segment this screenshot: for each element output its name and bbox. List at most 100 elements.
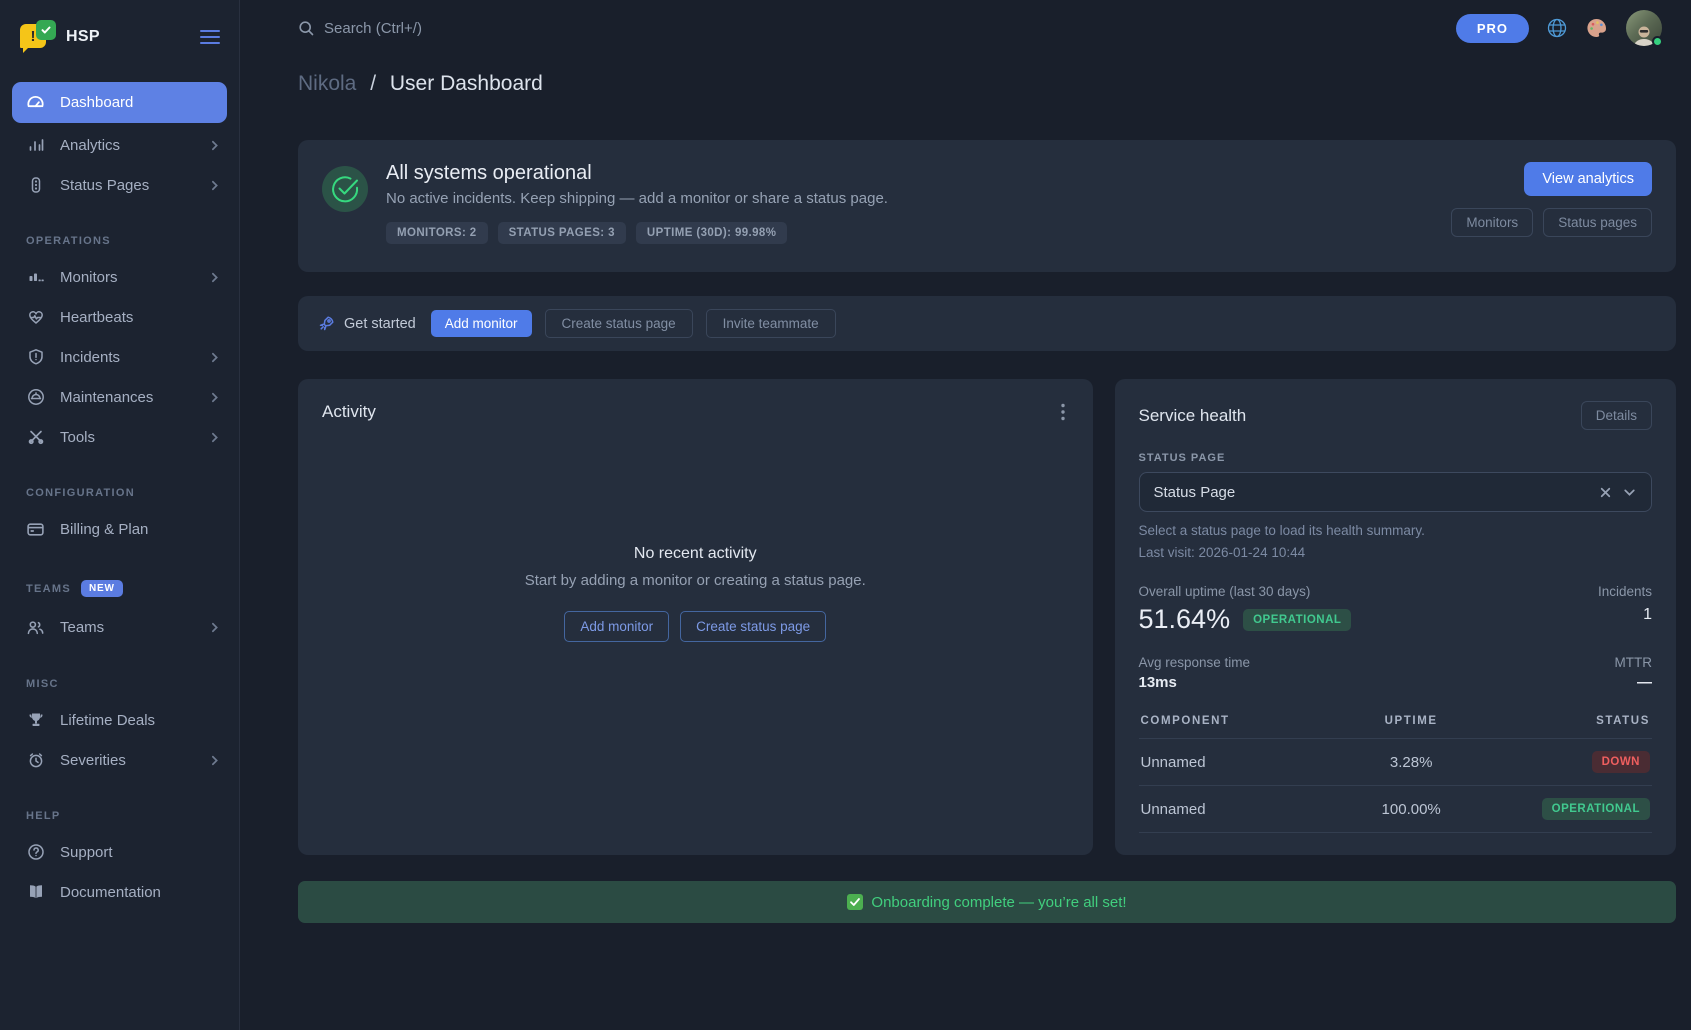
table-row[interactable]: Unnamed 3.28% DOWN	[1139, 739, 1652, 786]
chevron-right-icon	[208, 621, 221, 634]
hero-stat-badges: MONITORS: 2 STATUS PAGES: 3 UPTIME (30D)…	[386, 222, 888, 244]
sidebar-item-billing[interactable]: Billing & Plan	[0, 509, 239, 550]
empty-create-status-page-button[interactable]: Create status page	[680, 611, 826, 642]
activity-card: Activity No recent activity Start by add…	[298, 379, 1093, 855]
pro-plan-badge[interactable]: PRO	[1456, 14, 1529, 43]
credit-card-icon	[26, 520, 45, 539]
component-name: Unnamed	[1141, 754, 1332, 771]
mttr-label: MTTR	[1614, 655, 1652, 670]
globe-icon[interactable]	[1546, 17, 1568, 39]
empty-state-title: No recent activity	[634, 545, 757, 563]
sidebar-item-label: Incidents	[60, 349, 120, 366]
view-analytics-button[interactable]: View analytics	[1524, 162, 1652, 196]
sidebar: ! HSP Dashboard Analytics	[0, 0, 240, 1030]
search-icon	[298, 20, 315, 37]
col-header-uptime: UPTIME	[1332, 715, 1491, 727]
sidebar-item-documentation[interactable]: Documentation	[0, 872, 239, 912]
app-name: HSP	[66, 28, 100, 46]
uptime-status-badge: OPERATIONAL	[1243, 609, 1351, 631]
sidebar-item-label: Monitors	[60, 269, 118, 286]
sidebar-item-maintenances[interactable]: Maintenances	[0, 377, 239, 417]
heart-pulse-icon	[26, 308, 45, 326]
empty-add-monitor-button[interactable]: Add monitor	[564, 611, 669, 642]
sidebar-item-lifetime-deals[interactable]: Lifetime Deals	[0, 700, 239, 740]
chevron-down-icon[interactable]	[1622, 485, 1637, 500]
get-started-bar: Get started Add monitor Create status pa…	[298, 296, 1676, 351]
add-monitor-button[interactable]: Add monitor	[431, 310, 532, 337]
avg-response-value: 13ms	[1139, 674, 1251, 691]
incidents-label: Incidents	[1598, 584, 1652, 599]
sidebar-item-dashboard[interactable]: Dashboard	[12, 82, 227, 123]
sidebar-item-label: Analytics	[60, 137, 120, 154]
sidebar-item-label: Tools	[60, 429, 95, 446]
service-health-card: Service health Details STATUS PAGE Statu…	[1115, 379, 1676, 855]
col-header-component: COMPONENT	[1141, 715, 1332, 727]
status-page-field-label: STATUS PAGE	[1139, 452, 1652, 464]
sidebar-item-label: Support	[60, 844, 113, 861]
sidebar-item-label: Maintenances	[60, 389, 153, 406]
mttr-value: —	[1614, 674, 1652, 691]
table-header-row: COMPONENT UPTIME STATUS	[1139, 709, 1652, 739]
components-table: COMPONENT UPTIME STATUS Unnamed 3.28% DO…	[1139, 709, 1652, 833]
status-page-select[interactable]: Status Page	[1139, 472, 1652, 512]
dashboard-cards-row: Activity No recent activity Start by add…	[298, 379, 1676, 855]
sidebar-item-label: Heartbeats	[60, 309, 133, 326]
sidebar-item-tools[interactable]: Tools	[0, 417, 239, 457]
user-avatar[interactable]	[1626, 10, 1662, 46]
create-status-page-button[interactable]: Create status page	[545, 309, 693, 338]
chevron-right-icon	[208, 391, 221, 404]
status-badge: DOWN	[1592, 751, 1650, 773]
tools-icon	[26, 428, 45, 446]
activity-empty-state: No recent activity Start by adding a mon…	[322, 423, 1069, 763]
sidebar-item-label: Lifetime Deals	[60, 712, 155, 729]
shield-exclamation-icon	[26, 348, 45, 366]
component-uptime: 3.28%	[1332, 754, 1491, 771]
details-button[interactable]: Details	[1581, 401, 1652, 430]
green-check-icon	[847, 894, 863, 910]
get-started-label-wrap: Get started	[318, 315, 416, 332]
traffic-light-icon	[26, 176, 45, 194]
clear-selection-icon[interactable]	[1599, 486, 1612, 499]
monitors-bars-icon	[26, 268, 45, 286]
theme-palette-icon[interactable]	[1585, 16, 1609, 40]
kebab-menu-icon[interactable]	[1057, 401, 1069, 423]
status-page-select-value: Status Page	[1154, 484, 1236, 501]
table-row[interactable]: Unnamed 100.00% OPERATIONAL	[1139, 786, 1652, 833]
sidebar-item-label: Teams	[60, 619, 104, 636]
online-status-dot	[1652, 36, 1663, 47]
section-header-teams: TEAMS NEW	[26, 580, 213, 597]
bar-chart-icon	[26, 136, 45, 154]
sidebar-item-analytics[interactable]: Analytics	[0, 125, 239, 165]
hero-title: All systems operational	[386, 162, 888, 185]
sidebar-item-support[interactable]: Support	[0, 832, 239, 872]
app-logo-icon: !	[20, 20, 56, 54]
search-input[interactable]: Search (Ctrl+/)	[298, 20, 422, 37]
monitors-button[interactable]: Monitors	[1451, 208, 1533, 237]
incidents-stat: Incidents 1	[1598, 584, 1652, 635]
chevron-right-icon	[208, 431, 221, 444]
sidebar-item-monitors[interactable]: Monitors	[0, 257, 239, 297]
status-pages-button[interactable]: Status pages	[1543, 208, 1652, 237]
book-icon	[26, 883, 45, 901]
select-helper-text: Select a status page to load its health …	[1139, 523, 1652, 538]
topbar: Search (Ctrl+/) PRO	[274, 0, 1676, 56]
sidebar-item-teams[interactable]: Teams	[0, 607, 239, 648]
sidebar-item-status-pages[interactable]: Status Pages	[0, 165, 239, 205]
rocket-icon	[318, 315, 335, 332]
banner-text: Onboarding complete — you’re all set!	[871, 894, 1126, 911]
sidebar-item-heartbeats[interactable]: Heartbeats	[0, 297, 239, 337]
avg-response-label: Avg response time	[1139, 655, 1251, 670]
sidebar-item-incidents[interactable]: Incidents	[0, 337, 239, 377]
sidebar-item-label: Billing & Plan	[60, 521, 148, 538]
chevron-right-icon	[208, 754, 221, 767]
sidebar-item-label: Severities	[60, 752, 126, 769]
section-header-configuration: CONFIGURATION	[26, 487, 213, 499]
sidebar-item-severities[interactable]: Severities	[0, 740, 239, 780]
invite-teammate-button[interactable]: Invite teammate	[706, 309, 836, 338]
col-header-status: STATUS	[1491, 715, 1650, 727]
hamburger-menu-icon[interactable]	[199, 28, 221, 46]
chevron-right-icon	[208, 179, 221, 192]
breadcrumb-parent[interactable]: Nikola	[298, 72, 356, 95]
hero-actions: View analytics Monitors Status pages	[1451, 162, 1652, 250]
alarm-clock-icon	[26, 751, 45, 769]
